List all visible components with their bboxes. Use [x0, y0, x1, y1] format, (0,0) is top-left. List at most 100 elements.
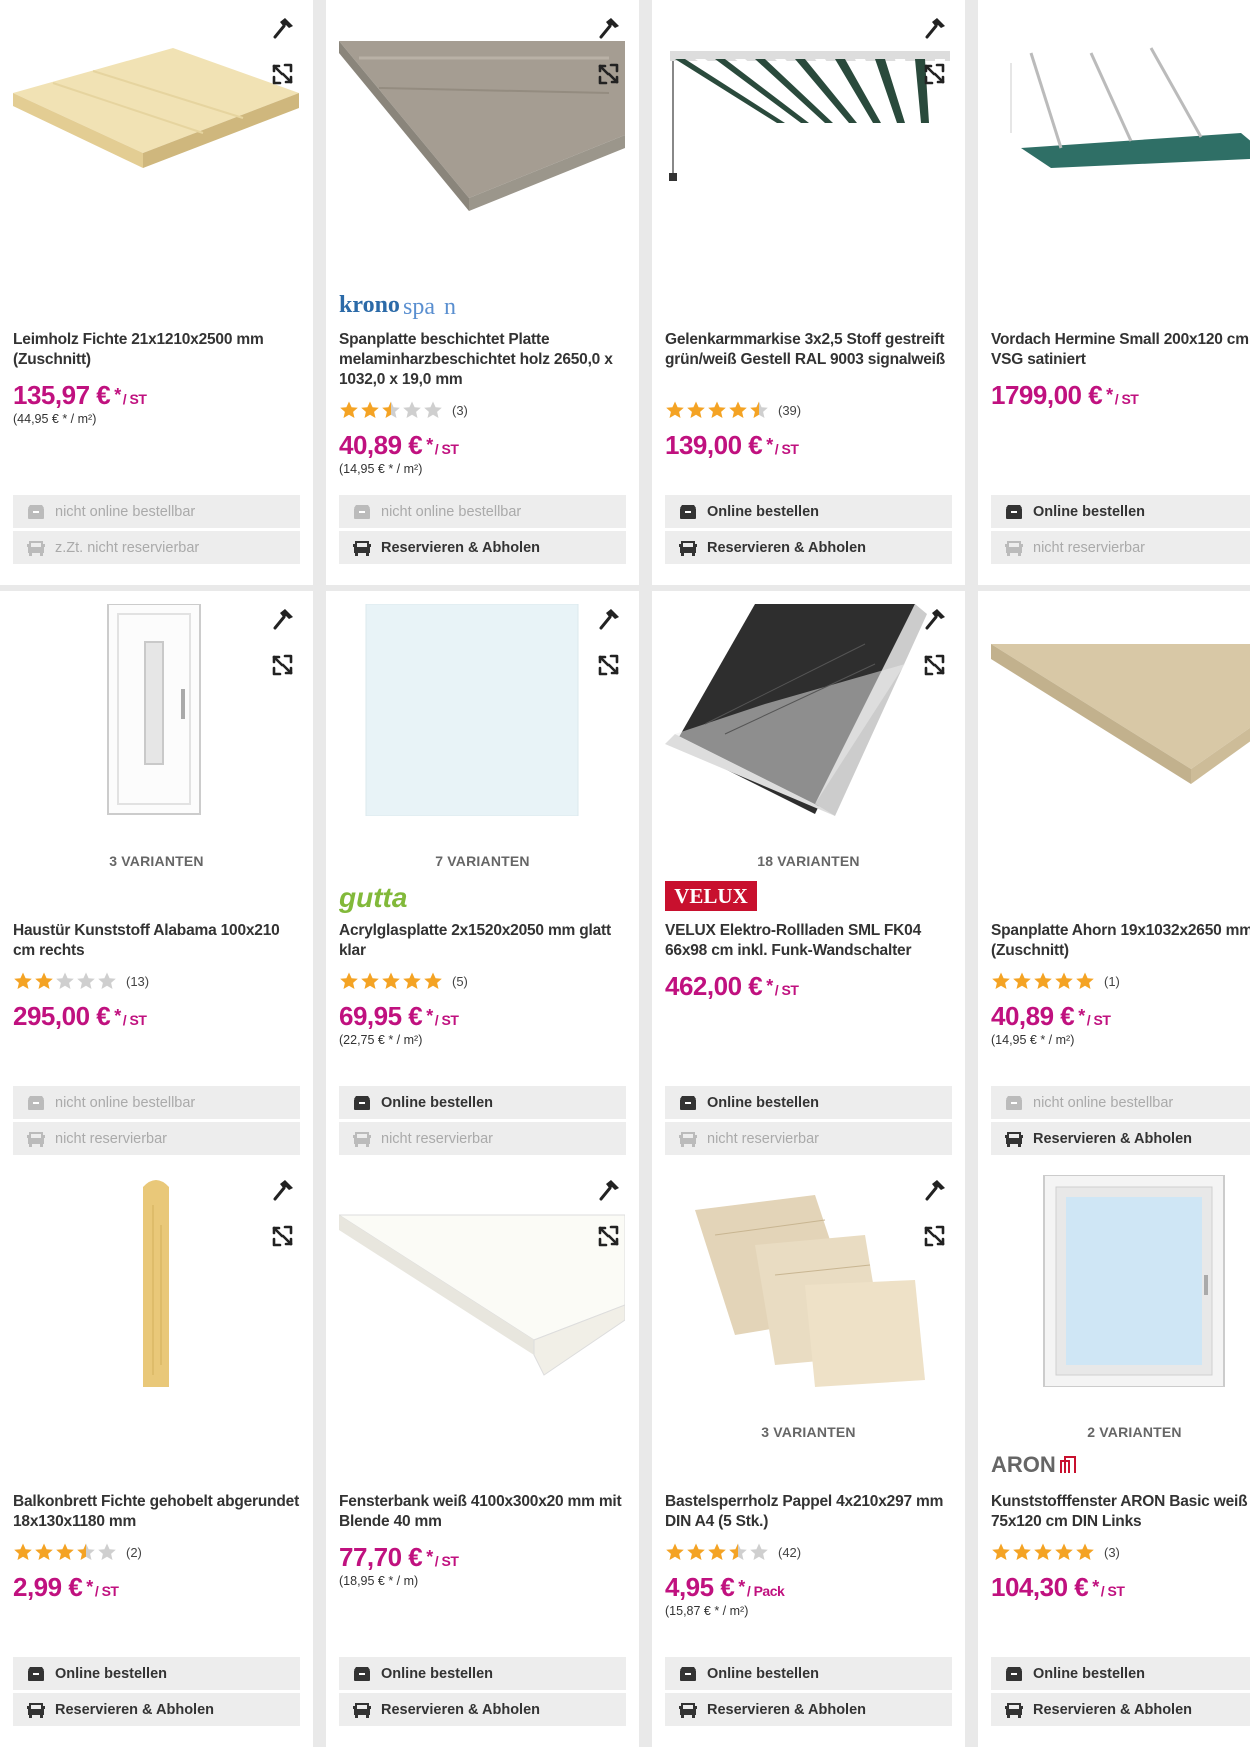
product-title[interactable]: Gelenkarmmarkise 3x2,5 Stoff gestreift g…: [665, 330, 953, 370]
variants-label[interactable]: 2 VARIANTEN: [978, 1424, 1250, 1440]
product-card[interactable]: 3 VARIANTEN Bastelsperrholz Pappel 4x210x…: [652, 1162, 965, 1747]
reserve-button[interactable]: Reservieren & Abholen: [13, 1693, 300, 1726]
hammer-icon[interactable]: [595, 605, 623, 633]
product-card[interactable]: Leimholz Fichte 21x1210x2500 mm (Zuschni…: [0, 0, 313, 585]
compare-icon[interactable]: [595, 60, 623, 88]
compare-icon[interactable]: [269, 651, 297, 679]
online-order-label: Online bestellen: [381, 1665, 493, 1682]
product-image[interactable]: [337, 1175, 626, 1387]
product-image[interactable]: [339, 603, 625, 817]
product-card[interactable]: krono spa n Spanplatte beschichtet Platte m…: [326, 0, 639, 585]
product-card[interactable]: 3 VARIANTEN Haustür Kunststoff Alabama 10…: [0, 591, 313, 1176]
compare-icon[interactable]: [269, 1222, 297, 1250]
reserve-button[interactable]: Reservieren & Abholen: [991, 1122, 1250, 1155]
product-card[interactable]: Fensterbank weiß 4100x300x20 mm mit Blen…: [326, 1162, 639, 1747]
car-icon: [1005, 540, 1023, 556]
online-order-button[interactable]: Online bestellen: [339, 1086, 626, 1119]
hammer-icon[interactable]: [269, 1176, 297, 1204]
reserve-label: nicht reservierbar: [1033, 539, 1146, 556]
price-unit: / ST: [774, 441, 799, 457]
online-order-button[interactable]: Online bestellen: [991, 1657, 1250, 1690]
product-image[interactable]: [13, 13, 299, 225]
rating-stars[interactable]: (39): [665, 400, 801, 420]
product-card[interactable]: Balkonbrett Fichte gehobelt abgerundet 1…: [0, 1162, 313, 1747]
product-image[interactable]: [991, 1174, 1250, 1388]
product-image[interactable]: [13, 1175, 299, 1387]
product-title[interactable]: Haustür Kunststoff Alabama 100x210 cm re…: [13, 921, 301, 961]
product-card[interactable]: Gelenkarmmarkise 3x2,5 Stoff gestreift g…: [652, 0, 965, 585]
compare-icon[interactable]: [921, 60, 949, 88]
product-card[interactable]: 18 VARIANTEN VELUX VELUX Elektro-Rollladen…: [652, 591, 965, 1176]
rating-count: (42): [778, 1544, 802, 1560]
product-title[interactable]: Spanplatte beschichtet Platte melaminhar…: [339, 330, 627, 390]
online-order-button[interactable]: Online bestellen: [991, 495, 1250, 528]
asterisk: *: [738, 1577, 745, 1597]
reserve-button[interactable]: Reservieren & Abholen: [991, 1693, 1250, 1726]
rating-stars[interactable]: (13): [13, 971, 149, 991]
reserve-label: nicht reservierbar: [381, 1130, 494, 1147]
online-order-button: nicht online bestellbar: [13, 1086, 300, 1119]
online-order-button[interactable]: Online bestellen: [665, 1086, 952, 1119]
hammer-icon[interactable]: [269, 14, 297, 42]
online-order-button[interactable]: Online bestellen: [665, 1657, 952, 1690]
product-title[interactable]: Leimholz Fichte 21x1210x2500 mm (Zuschni…: [13, 330, 301, 370]
product-title[interactable]: Balkonbrett Fichte gehobelt abgerundet 1…: [13, 1492, 301, 1532]
asterisk: *: [1078, 1006, 1085, 1026]
hammer-icon[interactable]: [921, 1176, 949, 1204]
hammer-icon[interactable]: [921, 14, 949, 42]
online-order-button[interactable]: Online bestellen: [665, 495, 952, 528]
compare-icon[interactable]: [595, 651, 623, 679]
product-card[interactable]: 2 VARIANTEN ARON Kunststofffenster ARON Ba…: [978, 1162, 1250, 1747]
product-image[interactable]: [991, 604, 1250, 816]
svg-text:spa: spa: [403, 294, 435, 320]
product-card[interactable]: Spanplatte Ahorn 19x1032x2650 mm (Zuschn…: [978, 591, 1250, 1176]
rating-stars[interactable]: (3): [991, 1542, 1120, 1562]
price-value: 104,30 €: [991, 1572, 1089, 1602]
product-title[interactable]: Bastelsperrholz Pappel 4x210x297 mm DIN …: [665, 1492, 953, 1532]
product-card[interactable]: Vordach Hermine Small 200x120 cm VSG sat…: [978, 0, 1250, 585]
price-unit: / ST: [1100, 1583, 1125, 1599]
car-icon: [353, 1702, 371, 1718]
rating-stars[interactable]: (1): [991, 971, 1120, 991]
compare-icon[interactable]: [595, 1222, 623, 1250]
variants-label[interactable]: 18 VARIANTEN: [652, 853, 965, 869]
hammer-icon[interactable]: [269, 605, 297, 633]
reserve-button[interactable]: Reservieren & Abholen: [339, 531, 626, 564]
hammer-icon[interactable]: [595, 1176, 623, 1204]
compare-icon[interactable]: [921, 1222, 949, 1250]
online-order-label: Online bestellen: [1033, 503, 1145, 520]
box-icon: [1005, 1095, 1023, 1111]
product-title[interactable]: VELUX Elektro-Rollladen SML FK04 66x98 c…: [665, 921, 953, 961]
online-order-button[interactable]: Online bestellen: [339, 1657, 626, 1690]
reserve-button[interactable]: Reservieren & Abholen: [339, 1693, 626, 1726]
product-title[interactable]: Fensterbank weiß 4100x300x20 mm mit Blen…: [339, 1492, 627, 1532]
rating-stars[interactable]: (42): [665, 1542, 801, 1562]
product-image[interactable]: [665, 1175, 951, 1387]
price: 69,95 € * / ST: [339, 1001, 459, 1035]
compare-icon[interactable]: [269, 60, 297, 88]
compare-icon[interactable]: [921, 651, 949, 679]
product-title[interactable]: Kunststofffenster ARON Basic weiß 75x120…: [991, 1492, 1250, 1532]
product-image[interactable]: [665, 604, 951, 816]
hammer-icon[interactable]: [595, 14, 623, 42]
variants-label[interactable]: 7 VARIANTEN: [326, 853, 639, 869]
product-image[interactable]: [339, 13, 625, 225]
product-image[interactable]: [991, 13, 1250, 225]
variants-label[interactable]: 3 VARIANTEN: [0, 853, 313, 869]
product-card[interactable]: 7 VARIANTEN gutta Acrylglasplatte 2x1520x2…: [326, 591, 639, 1176]
rating-stars[interactable]: (3): [339, 400, 468, 420]
reserve-button[interactable]: Reservieren & Abholen: [665, 1693, 952, 1726]
variants-label[interactable]: 3 VARIANTEN: [652, 1424, 965, 1440]
rating-stars[interactable]: (5): [339, 971, 468, 991]
rating-stars[interactable]: (2): [13, 1542, 142, 1562]
hammer-icon[interactable]: [921, 605, 949, 633]
product-title[interactable]: Spanplatte Ahorn 19x1032x2650 mm (Zuschn…: [991, 921, 1250, 961]
product-image[interactable]: [13, 603, 299, 816]
reserve-button[interactable]: Reservieren & Abholen: [665, 531, 952, 564]
box-icon: [27, 504, 45, 520]
product-image[interactable]: [665, 13, 951, 225]
price-unit: / ST: [1086, 1012, 1111, 1028]
online-order-button[interactable]: Online bestellen: [13, 1657, 300, 1690]
product-title[interactable]: Acrylglasplatte 2x1520x2050 mm glatt kla…: [339, 921, 627, 961]
product-title[interactable]: Vordach Hermine Small 200x120 cm VSG sat…: [991, 330, 1250, 370]
